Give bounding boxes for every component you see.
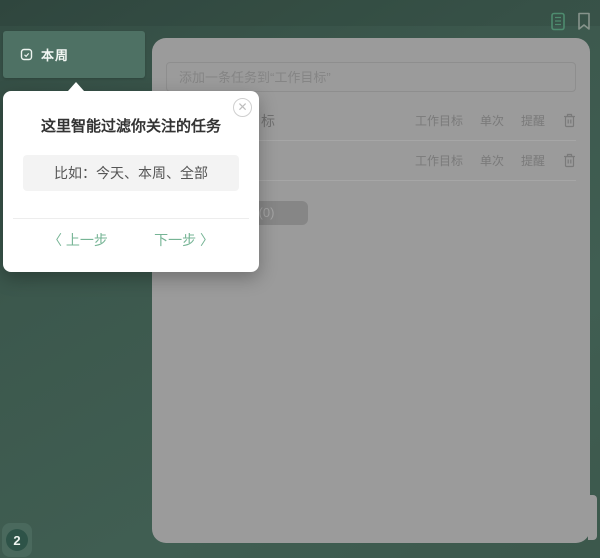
popover-title: 这里智能过滤你关注的任务	[3, 115, 259, 136]
badge-container[interactable]: 2	[2, 523, 32, 557]
task-list-chip[interactable]: 工作目标	[415, 112, 463, 129]
trash-icon[interactable]	[562, 152, 576, 168]
popover-divider	[13, 218, 249, 219]
popover-example-box: 比如：今天、本周、全部	[23, 155, 239, 191]
top-header-band	[0, 0, 600, 26]
popover-arrow	[68, 82, 84, 91]
bookmark-icon[interactable]	[576, 12, 594, 31]
prev-step-link[interactable]: 〈 上一步	[48, 226, 108, 254]
app-window: 标 工作目标 单次 提醒 工作目标 单次 提醒	[0, 0, 600, 558]
task-reminder-chip[interactable]: 提醒	[521, 112, 545, 129]
week-icon	[20, 48, 33, 61]
add-task-input[interactable]	[166, 62, 576, 92]
task-title-fragment: 标	[261, 111, 275, 131]
count-badge: 2	[6, 529, 28, 551]
sidebar-item-label: 本周	[41, 45, 69, 64]
task-repeat-chip[interactable]: 单次	[480, 112, 504, 129]
tour-popover: ✕ 这里智能过滤你关注的任务 比如：今天、本周、全部 〈 上一步 下一步 〉	[3, 91, 259, 272]
task-reminder-chip[interactable]: 提醒	[521, 152, 545, 169]
task-list-chip[interactable]: 工作目标	[415, 152, 463, 169]
sidebar-item-this-week[interactable]: 本周	[3, 31, 145, 78]
task-repeat-chip[interactable]: 单次	[480, 152, 504, 169]
next-step-link[interactable]: 下一步 〉	[154, 226, 214, 254]
trash-icon[interactable]	[562, 112, 576, 128]
log-list-icon[interactable]	[549, 12, 567, 31]
